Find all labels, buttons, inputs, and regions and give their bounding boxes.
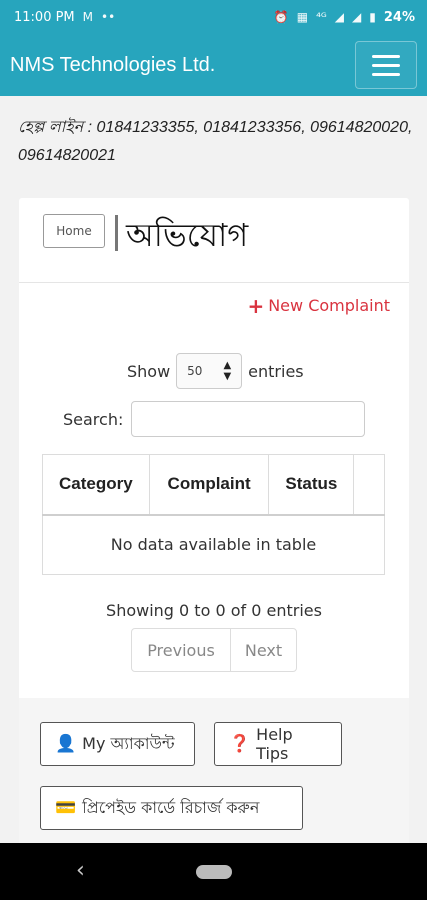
helpline-text: হেল্প লাইন : 01841233355, 01841233356, 0…: [18, 119, 413, 164]
my-account-label: My অ্যাকাউন্ট: [82, 733, 175, 753]
back-icon[interactable]: ‹: [76, 858, 85, 883]
search-label: Search:: [63, 409, 124, 429]
menu-icon-line: [372, 72, 400, 76]
previous-page-button[interactable]: Previous: [132, 629, 231, 671]
next-page-button[interactable]: Next: [231, 629, 296, 671]
complaints-table: Category Complaint Status No data availa…: [42, 454, 385, 575]
column-header-category[interactable]: Category: [42, 454, 150, 516]
new-complaint-label: New Complaint: [268, 296, 390, 315]
table-header-row: Category Complaint Status: [42, 454, 385, 516]
gmail-icon: M: [82, 10, 94, 24]
prepaid-recharge-button[interactable]: 💳 প্রিপেইড কার্ডে রিচার্জ করুন: [40, 786, 303, 830]
hamburger-menu-button[interactable]: [355, 41, 417, 89]
status-left: 11:00 PM M ••: [14, 10, 115, 25]
menu-icon-line: [372, 54, 400, 58]
my-account-button[interactable]: 👤 My অ্যাকাউন্ট: [40, 722, 195, 766]
app-bar: NMS Technologies Ltd.: [0, 34, 427, 96]
pagination: Previous Next: [131, 628, 297, 672]
credit-card-icon: 💳: [55, 798, 77, 818]
home-pill-icon[interactable]: [196, 865, 232, 879]
more-dots-icon: ••: [101, 10, 116, 24]
card-footer: 👤 My অ্যাকাউন্ট ❓ Help Tips 💳 প্রিপেইড ক…: [19, 698, 409, 843]
status-time: 11:00 PM: [14, 9, 75, 25]
card-header: Home অভিযোগ: [19, 198, 409, 283]
prepaid-recharge-label: প্রিপেইড কার্ডে রিচার্জ করুন: [82, 797, 260, 817]
entries-select-value: 50: [187, 364, 203, 378]
column-header-status[interactable]: Status: [268, 454, 355, 516]
table-row: No data available in table: [43, 515, 385, 575]
search-row: Search:: [63, 401, 366, 437]
complaint-card: Home অভিযোগ + New Complaint Show 50 ▲ ▼ e…: [19, 198, 409, 843]
question-circle-icon: ❓: [229, 734, 251, 754]
signal-icon: ◢: [334, 10, 345, 24]
menu-icon-line: [372, 63, 400, 67]
header-divider: [115, 215, 118, 251]
home-button[interactable]: Home: [43, 214, 105, 248]
hd-icon: ▦: [296, 10, 309, 24]
navigation-bar: ‹: [0, 843, 427, 900]
column-header-extra[interactable]: [353, 454, 385, 516]
app-title: NMS Technologies Ltd.: [10, 53, 216, 76]
show-entries-row: Show 50 ▲ ▼ entries: [127, 353, 304, 389]
column-header-complaint[interactable]: Complaint: [149, 454, 270, 516]
battery-percent: 24%: [383, 9, 415, 25]
plus-icon: +: [247, 293, 265, 318]
help-tips-label: Help Tips: [256, 725, 293, 763]
4g-icon: ⁴ᴳ: [316, 10, 327, 24]
alarm-icon: ⏰: [273, 10, 289, 24]
entries-select[interactable]: 50 ▲ ▼: [176, 353, 243, 389]
help-tips-button[interactable]: ❓ Help Tips: [214, 722, 342, 766]
entries-label: entries: [248, 361, 304, 381]
empty-table-message: No data available in table: [110, 535, 317, 555]
table-info-text: Showing 0 to 0 of 0 entries: [106, 601, 322, 620]
search-input[interactable]: [131, 401, 366, 437]
signal-icon: ◢: [352, 10, 362, 24]
page-title: অভিযোগ: [126, 216, 249, 254]
battery-icon: ▮: [369, 10, 376, 24]
new-complaint-link[interactable]: + New Complaint: [247, 293, 390, 318]
status-bar: 11:00 PM M •• ⏰ ▦ ⁴ᴳ ◢ ◢ ▮ 24%: [0, 0, 427, 34]
select-arrows-icon: ▲ ▼: [223, 360, 232, 382]
status-right: ⏰ ▦ ⁴ᴳ ◢ ◢ ▮ 24%: [274, 10, 415, 25]
show-label: Show: [127, 361, 171, 381]
user-icon: 👤: [55, 734, 77, 754]
